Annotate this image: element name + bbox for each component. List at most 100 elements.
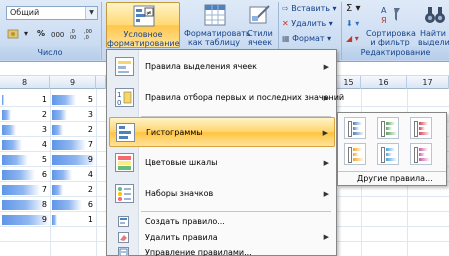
menu-item-top-bottom-rules[interactable]: 10 Правила отбора первых и последних зна… (109, 83, 344, 113)
bar-glyph (419, 158, 430, 161)
data-cell[interactable]: 5 (2, 153, 50, 167)
menu-item-label: Управление правилами... (145, 248, 252, 256)
format-as-table-button[interactable]: Форматировать как таблицу (184, 2, 251, 48)
editing-group-caption: Редактирование (342, 46, 449, 60)
column-header[interactable] (96, 76, 106, 89)
column-header[interactable]: 17 (407, 76, 449, 89)
data-bars-submenu: Другие правила... (337, 112, 447, 186)
format-button[interactable]: ▦ Формат ▾ (282, 33, 331, 45)
data-cell[interactable]: 5 (52, 93, 96, 107)
menu-item-data-bars[interactable]: Гистограммы ▶ (109, 117, 335, 147)
increase-decimal-button[interactable]: ,0 00 (70, 26, 82, 42)
manage-rules-icon (118, 247, 129, 256)
cell-styles-label-1: Стили (247, 29, 273, 38)
data-bar (52, 185, 63, 195)
menu-item-new-rule[interactable]: Создать правило... (109, 214, 335, 229)
format-as-table-label-2: как таблицу (187, 38, 241, 47)
number-format-select[interactable]: Общий ▼ (6, 6, 98, 20)
bar-glyph (353, 132, 364, 135)
chevron-right-icon: ▶ (323, 63, 329, 71)
svg-text:0: 0 (117, 99, 121, 106)
sort-filter-icon: А Я (381, 6, 400, 25)
data-cell[interactable]: 8 (2, 198, 50, 212)
data-bar-swatch-green[interactable] (377, 117, 399, 139)
data-cell[interactable]: 6 (52, 198, 96, 212)
column-header[interactable]: 9 (50, 76, 96, 89)
find-select-button[interactable]: Найти выдели (416, 2, 449, 48)
svg-text:,0: ,0 (84, 35, 89, 41)
data-bar-swatch-purple[interactable] (410, 143, 432, 165)
data-bar (2, 155, 28, 165)
data-cell[interactable]: 9 (52, 153, 96, 167)
insert-icon: ⇨ (282, 4, 289, 13)
thousands-separator-button[interactable]: 000 (50, 26, 66, 42)
cell-value: 2 (87, 125, 93, 134)
data-cell[interactable]: 9 (2, 213, 50, 227)
data-cell[interactable]: 1 (2, 93, 50, 107)
menu-separator (141, 211, 331, 212)
decrease-decimal-button[interactable]: ,00,0 (84, 26, 96, 42)
data-bar-swatch-red[interactable] (410, 117, 432, 139)
chevron-down-icon[interactable]: ▼ (85, 7, 97, 19)
cell-value: 4 (87, 170, 93, 179)
chevron-right-icon: ▶ (323, 190, 329, 198)
data-cell[interactable]: 2 (2, 108, 50, 122)
format-table-icon (204, 4, 226, 26)
data-cell[interactable]: 6 (2, 168, 50, 182)
column-header[interactable]: 8 (0, 76, 50, 89)
clear-button[interactable]: ◢ ▾ (346, 33, 359, 45)
menu-item-highlight-rules[interactable]: Правила выделения ячеек ▶ (109, 52, 335, 82)
data-cell[interactable]: 7 (2, 183, 50, 197)
increase-decimal-icon: ,000 (70, 29, 76, 41)
menu-item-manage-rules[interactable]: Управление правилами... (109, 245, 335, 256)
bar-glyph (419, 153, 425, 156)
thousands-separator-icon: 000 (51, 31, 64, 39)
bar-glyph (353, 158, 364, 161)
group-divider (101, 2, 102, 60)
svg-text:≠: ≠ (146, 9, 152, 17)
currency-format-button[interactable] (6, 26, 20, 42)
conditional-formatting-button[interactable]: ≠ Условное форматирование (106, 2, 180, 48)
data-cell[interactable]: 1 (52, 213, 96, 227)
data-bar-swatch-orange[interactable] (344, 143, 366, 165)
data-cell[interactable]: 2 (52, 183, 96, 197)
menu-item-icon-sets[interactable]: Наборы значков ▶ (109, 179, 335, 209)
svg-text:000: 000 (51, 31, 64, 39)
data-cell[interactable]: 4 (2, 138, 50, 152)
cell-value: 7 (41, 185, 47, 194)
data-cell[interactable]: 7 (52, 138, 96, 152)
data-cell[interactable]: 2 (52, 123, 96, 137)
cell-value: 2 (87, 185, 93, 194)
delete-button[interactable]: ✕ Удалить ▾ (282, 18, 333, 30)
menu-item-label: Правила выделения ячеек (145, 62, 257, 71)
cell-styles-button[interactable]: Стили ячеек (244, 2, 276, 48)
conditional-formatting-menu: Правила выделения ячеек ▶ 10 Правила отб… (106, 49, 344, 256)
bar-glyph (353, 127, 359, 130)
currency-dropdown-icon[interactable]: ▾ (22, 26, 30, 42)
data-bar (52, 95, 76, 105)
sort-filter-button[interactable]: А Я Сортировка и фильтр (366, 2, 416, 48)
binoculars-icon (425, 7, 445, 23)
bar-glyph (419, 132, 430, 135)
cell-value: 6 (87, 200, 93, 209)
cell-value: 3 (41, 125, 47, 134)
data-bar-swatch-blue[interactable] (344, 117, 366, 139)
column-header[interactable]: 16 (361, 76, 407, 89)
bar-glyph (386, 122, 395, 125)
data-cell[interactable]: 3 (52, 108, 96, 122)
data-cell[interactable]: 3 (2, 123, 50, 137)
bar-glyph (353, 148, 362, 151)
more-rules-button[interactable]: Другие правила... (338, 171, 446, 185)
data-bar-swatch-light-blue[interactable] (377, 143, 399, 165)
data-bars-icon (116, 123, 135, 142)
menu-item-color-scales[interactable]: Цветовые шкалы ▶ (109, 148, 335, 178)
data-cell[interactable]: 4 (52, 168, 96, 182)
bar-glyph (386, 158, 397, 161)
menu-item-clear-rules[interactable]: Удалить правила ▶ (109, 230, 335, 245)
autosum-button[interactable]: Σ ▾ (346, 3, 361, 15)
fill-button[interactable]: ⬇ ▾ (346, 18, 359, 30)
insert-button[interactable]: ⇨ Вставить ▾ (282, 3, 337, 15)
sort-filter-label-1: Сортировка (366, 29, 416, 38)
highlight-rules-icon (115, 57, 134, 76)
percent-format-button[interactable]: % (34, 26, 48, 42)
